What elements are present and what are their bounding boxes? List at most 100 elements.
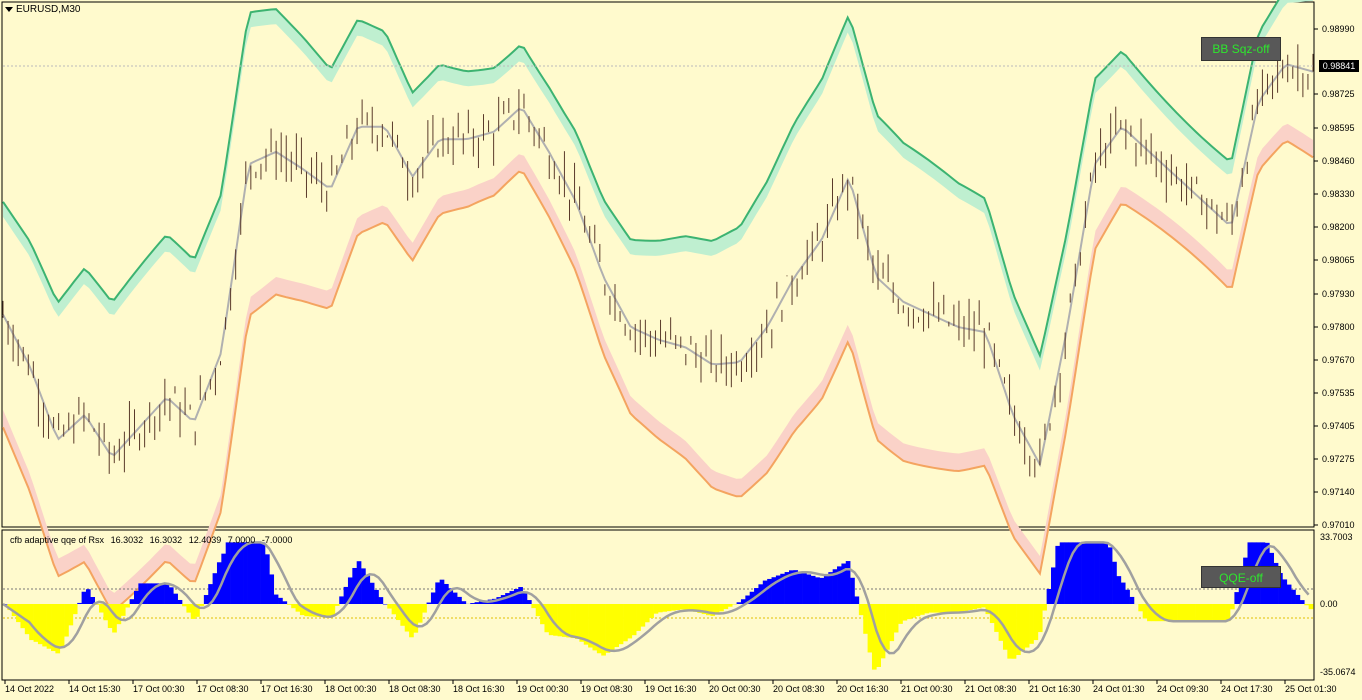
time-tick-label: 24 Oct 01:30 xyxy=(1093,684,1145,694)
histogram-bar xyxy=(1116,576,1122,604)
histogram-bar xyxy=(1077,542,1082,604)
histogram-bar xyxy=(251,542,257,604)
histogram-bar xyxy=(898,604,903,624)
chart-area[interactable]: 0.98990 0.98725 0.98595 0.98460 0.98330 0.982… xyxy=(0,0,1362,700)
histogram-bar xyxy=(767,578,772,604)
time-tick-label: 21 Oct 00:30 xyxy=(901,684,953,694)
histogram-bar xyxy=(1199,604,1205,622)
histogram-bar xyxy=(422,604,427,613)
current-price-tag: 0.98841 xyxy=(1319,60,1359,72)
time-tick-label: 19 Oct 00:30 xyxy=(517,684,569,694)
histogram-bar xyxy=(797,571,803,604)
price-tick-label: 0.97670 xyxy=(1322,355,1355,365)
histogram-bar xyxy=(1029,604,1034,644)
histogram-bar xyxy=(160,583,165,604)
histogram-bar xyxy=(662,604,668,612)
histogram-bar xyxy=(649,604,654,618)
histogram-bar xyxy=(924,604,930,614)
histogram-bar xyxy=(68,604,74,626)
histogram-bar xyxy=(858,604,864,616)
time-tick-label: 14 Oct 15:30 xyxy=(69,684,121,694)
histogram-bar xyxy=(129,599,135,604)
histogram-bar xyxy=(911,604,916,618)
histogram-bar xyxy=(802,573,807,604)
histogram-bar xyxy=(173,593,178,604)
indicator-tick-label: -35.0674 xyxy=(1320,667,1356,677)
histogram-bar xyxy=(850,577,855,604)
histogram-bar xyxy=(291,604,296,609)
indicator-value: 12.4039 xyxy=(188,535,222,545)
indicator-value: 16.3032 xyxy=(110,535,144,545)
histogram-bar xyxy=(230,542,235,604)
histogram-bar xyxy=(1212,604,1218,622)
histogram-bar xyxy=(1190,604,1196,622)
histogram-bar xyxy=(59,604,65,648)
bb-sqz-button[interactable]: BB Sqz-off xyxy=(1201,37,1281,61)
histogram-bar xyxy=(457,596,462,604)
time-tick-label: 17 Oct 08:30 xyxy=(197,684,249,694)
histogram-bar xyxy=(1107,547,1113,604)
histogram-bar xyxy=(640,604,646,627)
histogram-bar xyxy=(614,604,619,648)
histogram-bar xyxy=(1295,594,1301,604)
histogram-bar xyxy=(260,542,266,604)
histogram-bar xyxy=(959,604,964,612)
histogram-bar xyxy=(168,587,174,604)
histogram-bar xyxy=(1099,542,1104,604)
histogram-bar xyxy=(1282,579,1288,604)
histogram-bar xyxy=(387,604,392,609)
histogram-bar xyxy=(609,604,615,650)
histogram-bar xyxy=(1081,542,1087,604)
histogram-bar xyxy=(644,604,650,623)
histogram-bar xyxy=(815,577,820,604)
histogram-bar xyxy=(1221,604,1226,622)
histogram-bar xyxy=(535,604,541,617)
histogram-bar xyxy=(579,604,585,642)
histogram-bar xyxy=(186,604,192,613)
histogram-bar xyxy=(946,604,951,613)
time-tick-label: 24 Oct 17:30 xyxy=(1221,684,1273,694)
histogram-bar xyxy=(976,604,982,609)
histogram-bar xyxy=(981,604,986,608)
histogram-bar xyxy=(1125,589,1130,604)
histogram-bar xyxy=(452,592,458,604)
histogram-bar xyxy=(120,604,126,616)
histogram-bar xyxy=(618,604,624,645)
time-tick-label: 21 Oct 16:30 xyxy=(1029,684,1081,694)
histogram-bar xyxy=(675,604,681,611)
histogram-bar xyxy=(893,604,899,633)
histogram-bar xyxy=(889,604,895,642)
time-tick-label: 21 Oct 08:30 xyxy=(965,684,1017,694)
histogram-bar xyxy=(1103,542,1109,604)
indicator-value: 16.3032 xyxy=(149,535,183,545)
time-tick-label: 14 Oct 2022 xyxy=(5,684,54,694)
histogram-bar xyxy=(134,590,139,604)
histogram-bar xyxy=(417,604,423,623)
histogram-bar xyxy=(461,601,467,604)
histogram-bar xyxy=(77,602,82,604)
histogram-bar xyxy=(736,602,742,604)
histogram-bar xyxy=(1286,584,1292,604)
histogram-bar xyxy=(125,604,130,608)
histogram-bar xyxy=(278,597,283,604)
histogram-bar xyxy=(1304,604,1309,606)
histogram-bar xyxy=(1234,592,1240,604)
histogram-bar xyxy=(513,589,519,604)
price-tick-label: 0.97800 xyxy=(1322,322,1355,332)
histogram-bar xyxy=(199,604,205,606)
histogram-bar xyxy=(1011,604,1017,659)
histogram-bar xyxy=(941,604,947,613)
histogram-bar xyxy=(963,604,969,611)
histogram-bar xyxy=(256,542,261,604)
histogram-bar xyxy=(605,604,611,653)
histogram-bar xyxy=(365,575,371,604)
histogram-bar xyxy=(339,596,344,604)
dropdown-triangle-icon[interactable] xyxy=(5,7,13,12)
price-tick-label: 0.97140 xyxy=(1322,487,1355,497)
histogram-bar xyxy=(470,603,475,604)
histogram-bar xyxy=(1037,604,1043,633)
histogram-bar xyxy=(177,599,183,604)
histogram-bar xyxy=(1042,604,1047,611)
qqe-button[interactable]: QQE-off xyxy=(1201,566,1281,588)
histogram-bar xyxy=(85,589,91,604)
